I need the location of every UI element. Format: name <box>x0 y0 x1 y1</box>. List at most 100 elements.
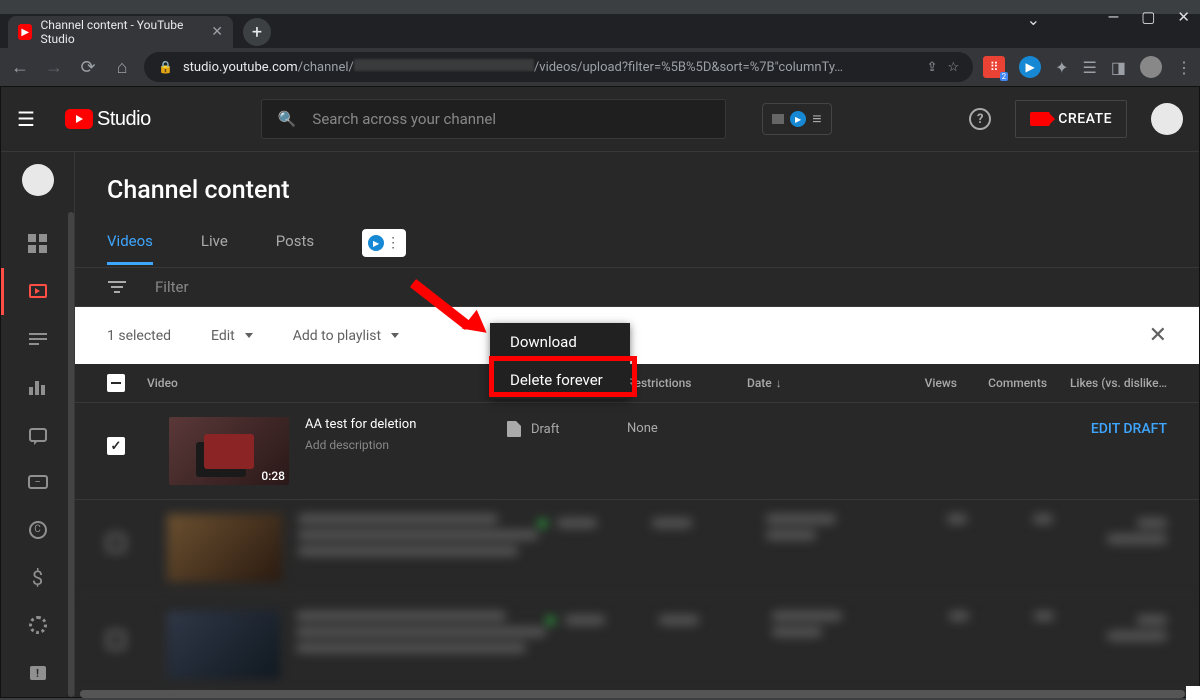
draft-icon <box>507 421 521 437</box>
menu-delete-forever[interactable]: Delete forever <box>490 361 630 399</box>
account-avatar[interactable] <box>1151 103 1183 135</box>
video-thumbnail[interactable] <box>167 611 280 679</box>
row-checkbox[interactable] <box>107 631 125 649</box>
bar-icon <box>772 114 784 124</box>
sidebar-subtitles[interactable]: — <box>1 458 74 506</box>
col-date[interactable]: Date↓ <box>747 376 877 390</box>
add-to-playlist-dropdown[interactable]: Add to playlist <box>293 328 399 344</box>
new-tab-button[interactable]: + <box>243 18 271 46</box>
table-header: Video Visibility Restrictions Date↓ View… <box>75 364 1199 403</box>
browser-tab[interactable]: ▶ Channel content - YouTube Studio ✕ <box>8 16 233 48</box>
horizontal-scrollbar[interactable] <box>80 690 1185 698</box>
search-input[interactable]: 🔍 Search across your channel <box>261 99 726 139</box>
table-row[interactable] <box>75 597 1199 694</box>
menu-download[interactable]: Download <box>490 323 630 361</box>
url-host: studio.youtube.com <box>183 60 298 75</box>
help-icon[interactable]: ? <box>969 108 991 130</box>
camera-icon <box>1030 112 1050 126</box>
window-menu-chevron[interactable]: ⌄ <box>1027 10 1040 29</box>
sidebar-settings[interactable] <box>1 602 74 650</box>
filter-input[interactable]: Filter <box>155 278 189 296</box>
search-icon: 🔍 <box>278 110 297 128</box>
close-selection-icon[interactable]: ✕ <box>1149 323 1167 348</box>
header-extension-widget[interactable]: ▶ ≡ <box>762 103 832 135</box>
filter-icon[interactable] <box>107 281 127 293</box>
channel-avatar[interactable] <box>22 164 54 196</box>
visibility-value: Draft <box>531 422 560 437</box>
sidebar-monetization[interactable]: $ <box>1 554 74 602</box>
tab-title: Channel content - YouTube Studio <box>40 18 203 46</box>
col-restrictions[interactable]: Restrictions <box>627 376 747 390</box>
tab-live[interactable]: Live <box>201 232 228 264</box>
sort-down-icon: ↓ <box>776 376 782 390</box>
url-redacted <box>354 59 534 71</box>
hamburger-menu-icon[interactable]: ☰ <box>17 107 45 131</box>
row-checkbox[interactable]: ✓ <box>107 437 125 455</box>
col-video[interactable]: Video <box>147 376 507 390</box>
extensions-icon[interactable]: ✦ <box>1055 58 1068 77</box>
sidebar-analytics[interactable] <box>1 363 74 411</box>
youtube-favicon: ▶ <box>18 24 32 40</box>
reload-button[interactable]: ⟳ <box>76 55 100 79</box>
lock-icon: 🔒 <box>158 60 173 74</box>
play-circle-icon: ▶ <box>790 111 806 127</box>
reading-list-icon[interactable]: ☰ <box>1083 58 1097 77</box>
profile-avatar[interactable] <box>1140 56 1162 78</box>
selection-count: 1 selected <box>107 328 171 344</box>
address-bar[interactable]: 🔒 studio.youtube.com/channel//videos/upl… <box>144 52 973 82</box>
video-thumbnail[interactable]: 0:28 <box>169 417 289 485</box>
forward-button[interactable]: → <box>42 55 66 79</box>
tab-videos[interactable]: Videos <box>107 232 153 264</box>
col-views[interactable]: Views <box>877 376 957 390</box>
create-button[interactable]: CREATE <box>1015 100 1127 138</box>
col-likes[interactable]: Likes (vs. dislike… <box>1047 376 1167 390</box>
page-title: Channel content <box>75 152 1199 205</box>
play-circle-icon: ▶ <box>368 235 384 251</box>
minimize-button[interactable]: ― <box>1108 8 1120 26</box>
tab-extension-widget[interactable]: ▶ ⋮ <box>362 229 406 257</box>
menu-lines-icon: ≡ <box>812 109 821 129</box>
resize-corner[interactable] <box>1186 686 1200 700</box>
browser-menu-icon[interactable]: ⋮ <box>1176 58 1192 77</box>
extension-icon-1[interactable]: ⠿2 <box>983 56 1005 78</box>
edit-draft-link[interactable]: EDIT DRAFT <box>1047 421 1167 437</box>
video-thumbnail[interactable] <box>167 514 281 582</box>
table-row[interactable]: ✓ 0:28 AA test for deletion Add descript… <box>75 403 1199 500</box>
studio-header: ☰ Studio 🔍 Search across your channel ▶ … <box>1 87 1199 151</box>
side-panel-icon[interactable]: ◨ <box>1111 58 1126 77</box>
url-query: /videos/upload?filter=%5B%5D&sort=%7B"co… <box>534 60 843 75</box>
back-button[interactable]: ← <box>8 55 32 79</box>
sidebar-comments[interactable] <box>1 411 74 459</box>
bookmark-icon[interactable]: ☆ <box>947 60 959 75</box>
col-comments[interactable]: Comments <box>957 376 1047 390</box>
video-title[interactable]: AA test for deletion <box>305 417 507 432</box>
share-icon[interactable]: ⇪ <box>927 60 938 75</box>
restrictions-value: None <box>627 421 747 436</box>
sidebar-content[interactable] <box>1 268 74 316</box>
sidebar-dashboard[interactable] <box>1 220 74 268</box>
row-checkbox[interactable] <box>107 534 125 552</box>
video-duration: 0:28 <box>261 469 285 483</box>
logo-text: Studio <box>97 108 151 131</box>
kebab-icon: ⋮ <box>386 235 400 251</box>
studio-logo[interactable]: Studio <box>65 108 151 131</box>
browser-toolbar: ← → ⟳ ⌂ 🔒 studio.youtube.com/channel//vi… <box>0 48 1200 86</box>
search-placeholder: Search across your channel <box>312 110 496 128</box>
edit-dropdown[interactable]: Edit <box>211 328 253 344</box>
maximize-button[interactable]: ▢ <box>1141 8 1155 26</box>
sidebar-feedback[interactable]: ! <box>1 649 74 697</box>
select-all-checkbox[interactable] <box>107 374 125 392</box>
more-actions-menu: Download Delete forever <box>490 323 630 399</box>
sidebar-copyright[interactable]: C <box>1 506 74 554</box>
browser-tab-strip: ▶ Channel content - YouTube Studio ✕ + <box>0 14 1200 48</box>
home-button[interactable]: ⌂ <box>110 55 134 79</box>
youtube-icon <box>65 109 93 129</box>
close-tab-icon[interactable]: ✕ <box>211 24 223 40</box>
table-row[interactable] <box>75 500 1199 597</box>
main-content: Channel content Videos Live Posts ▶ ⋮ Fi… <box>74 151 1199 697</box>
video-description[interactable]: Add description <box>305 438 507 452</box>
sidebar-playlists[interactable] <box>1 315 74 363</box>
extension-icon-2[interactable]: ▶ <box>1019 56 1041 78</box>
close-window-button[interactable]: ✕ <box>1177 8 1190 26</box>
tab-posts[interactable]: Posts <box>276 232 314 264</box>
